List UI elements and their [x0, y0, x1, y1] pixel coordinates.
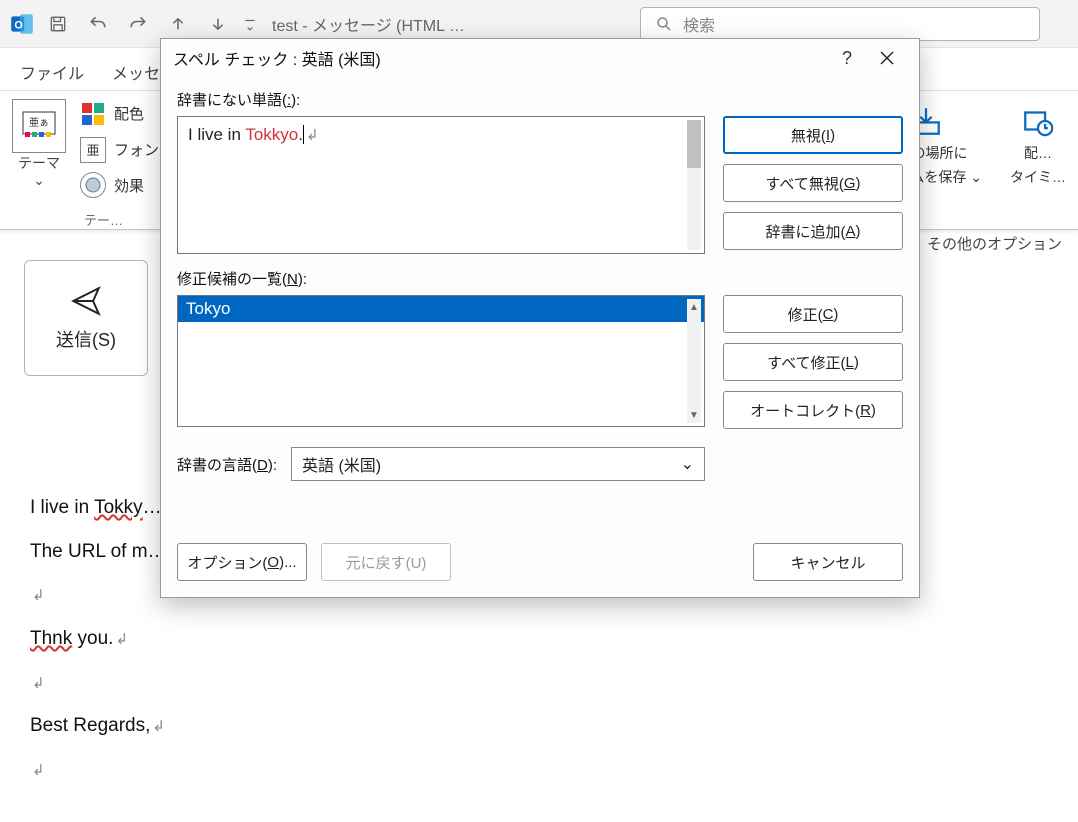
language-label: 辞書の言語(D): [177, 454, 277, 475]
change-button[interactable]: 修正(C) [723, 295, 903, 333]
search-icon [655, 15, 673, 33]
scroll-up-icon[interactable]: ▲ [687, 299, 701, 315]
theme-group: 亜ぁ テーマ⌄ [12, 99, 66, 229]
not-in-dict-label: 辞書にない単語(:): [177, 89, 705, 110]
ignore-button[interactable]: 無視(I) [723, 116, 903, 154]
textbox-scrollbar[interactable] [687, 120, 701, 250]
ignore-all-button[interactable]: すべて無視(G) [723, 164, 903, 202]
send-icon [69, 284, 103, 318]
timing-l2: タイミ… [1010, 167, 1066, 187]
svg-text:亜ぁ: 亜ぁ [29, 118, 49, 129]
spellcheck-dialog: スペル チェック : 英語 (米国) ? 辞書にない単語(:): I live … [160, 38, 920, 598]
listbox-scrollbar[interactable]: ▲ ▼ [687, 299, 701, 423]
body-line-3: Thnk you.↲ [30, 617, 1054, 661]
suggestions-label: 修正候補の一覧(N): [177, 268, 705, 289]
language-value: 英語 (米国) [302, 452, 381, 476]
send-label: 送信(S) [56, 326, 116, 352]
undo-icon[interactable] [80, 6, 116, 42]
more-options-label[interactable]: その他のオプション [927, 233, 1062, 254]
save-icon[interactable] [40, 6, 76, 42]
change-all-button[interactable]: すべて修正(L) [723, 343, 903, 381]
up-icon[interactable] [160, 6, 196, 42]
search-placeholder: 検索 [683, 12, 715, 36]
delay-delivery-button[interactable]: 配… タイミ… [1010, 103, 1066, 187]
effects-icon [80, 172, 106, 198]
suggestions-listbox[interactable]: Tokyo ▲ ▼ [177, 295, 705, 427]
body-line-4: Best Regards,↲ [30, 704, 1054, 748]
not-in-dict-textbox[interactable]: I live in Tokkyo.↲ [177, 116, 705, 254]
dialog-titlebar: スペル チェック : 英語 (米国) ? [161, 39, 919, 77]
dialog-footer: オプション(O)... 元に戻す(U) キャンセル [177, 483, 903, 581]
scroll-down-icon[interactable]: ▼ [687, 407, 701, 423]
clock-icon [1020, 103, 1056, 139]
close-button[interactable] [867, 39, 907, 77]
fonts-icon: 亜 [80, 137, 106, 163]
outlook-icon: O [8, 10, 36, 38]
language-row: 辞書の言語(D): 英語 (米国) ⌄ [177, 447, 705, 481]
help-button[interactable]: ? [827, 39, 867, 77]
down-icon[interactable] [200, 6, 236, 42]
body-line-blank3: ↲ [30, 748, 1054, 792]
change-buttons: 修正(C) すべて修正(L) オートコレクト(R) [723, 295, 903, 429]
theme-button[interactable]: 亜ぁ [12, 99, 66, 153]
ignore-buttons: 無視(I) すべて無視(G) 辞書に追加(A) [723, 116, 903, 254]
autocorrect-button[interactable]: オートコレクト(R) [723, 391, 903, 429]
svg-text:O: O [14, 19, 22, 31]
cancel-button[interactable]: キャンセル [753, 543, 903, 581]
send-button[interactable]: 送信(S) [24, 260, 148, 376]
search-box[interactable]: 検索 [640, 7, 1040, 41]
window-title: test - メッセージ (HTML … [272, 12, 465, 36]
language-select[interactable]: 英語 (米国) ⌄ [291, 447, 705, 481]
colors-icon [80, 101, 106, 127]
undo-button[interactable]: 元に戻す(U) [321, 543, 451, 581]
redo-icon[interactable] [120, 6, 156, 42]
dropdown-icon[interactable] [240, 6, 260, 42]
theme-label: テーマ⌄ [18, 155, 60, 189]
dialog-body: 辞書にない単語(:): I live in Tokkyo.↲ 無視(I) すべて… [161, 77, 919, 597]
chevron-down-icon: ⌄ [681, 454, 694, 474]
suggestion-item[interactable]: Tokyo [178, 296, 704, 322]
add-to-dict-button[interactable]: 辞書に追加(A) [723, 212, 903, 250]
options-button[interactable]: オプション(O)... [177, 543, 307, 581]
timing-l1: 配… [1024, 143, 1052, 163]
dialog-title: スペル チェック : 英語 (米国) [173, 46, 381, 70]
body-line-blank2: ↲ [30, 661, 1054, 705]
tab-file[interactable]: ファイル [20, 60, 84, 90]
